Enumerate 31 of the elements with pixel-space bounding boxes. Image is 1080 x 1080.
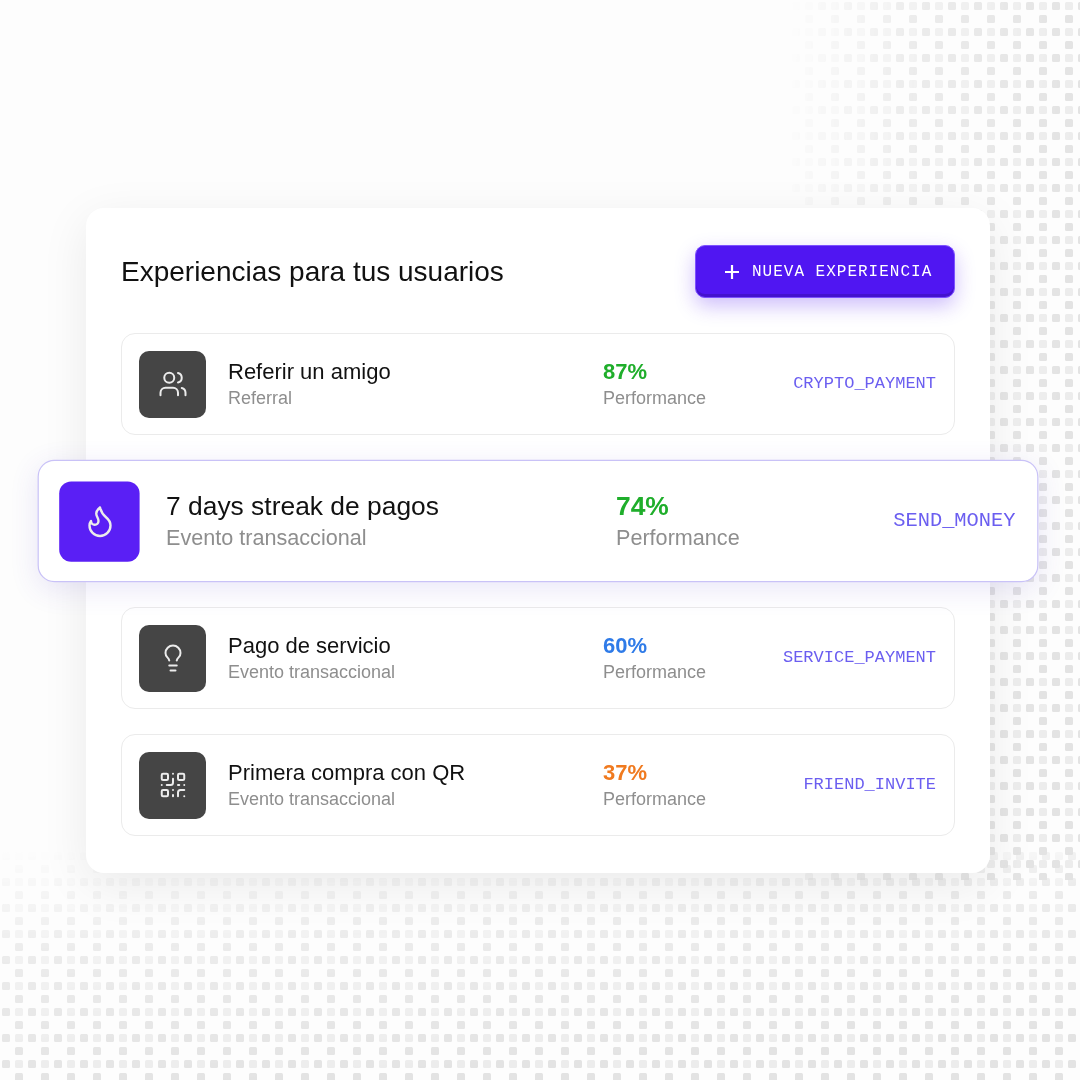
performance-value: 37%: [603, 758, 648, 787]
experience-title: Pago de servicio: [228, 631, 392, 660]
experience-type: Referral: [228, 386, 294, 410]
event-code: CRYPTO_PAYMENT: [793, 373, 936, 396]
experience-card[interactable]: Referir un amigo Referral 87% Performance CRYPTO_PAYMENT: [121, 333, 955, 435]
performance-value: 74%: [616, 489, 669, 523]
performance-label: Performance: [603, 386, 707, 410]
performance-label: Performance: [603, 660, 707, 684]
users-icon: [139, 350, 206, 418]
performance-label: Performance: [603, 787, 707, 811]
event-code: SERVICE_PAYMENT: [782, 647, 936, 670]
experience-card[interactable]: Primera compra con QR Evento transaccional 37% Performance FRIEND_INVITE: [121, 734, 955, 836]
experience-type: Evento transaccional: [228, 787, 397, 811]
flame-icon: [59, 480, 140, 562]
experience-title: Referir un amigo: [228, 357, 392, 386]
performance-value: 60%: [603, 631, 648, 660]
experience-type: Evento transaccional: [228, 660, 397, 684]
section-title: Experiencias para tus usuarios: [121, 254, 504, 289]
plus-icon: [725, 264, 739, 279]
experience-card[interactable]: 7 days streak de pagos Evento transaccional 74% Performance SEND_MONEY: [37, 459, 1039, 583]
new-experience-button[interactable]: NUEVA EXPERIENCIA: [695, 245, 955, 298]
event-code: SEND_MONEY: [893, 508, 1016, 535]
experience-title: Primera compra con QR: [228, 758, 467, 787]
experience-title: 7 days streak de pagos: [166, 489, 440, 523]
qr-code-icon: [139, 751, 206, 819]
performance-label: Performance: [616, 524, 740, 552]
experience-card[interactable]: Pago de servicio Evento transaccional 60% Performance SERVICE_PAYMENT: [121, 607, 955, 709]
experience-type: Evento transaccional: [166, 524, 368, 552]
performance-value: 87%: [603, 357, 648, 386]
lightbulb-icon: [139, 624, 206, 692]
event-code: FRIEND_INVITE: [803, 774, 936, 797]
